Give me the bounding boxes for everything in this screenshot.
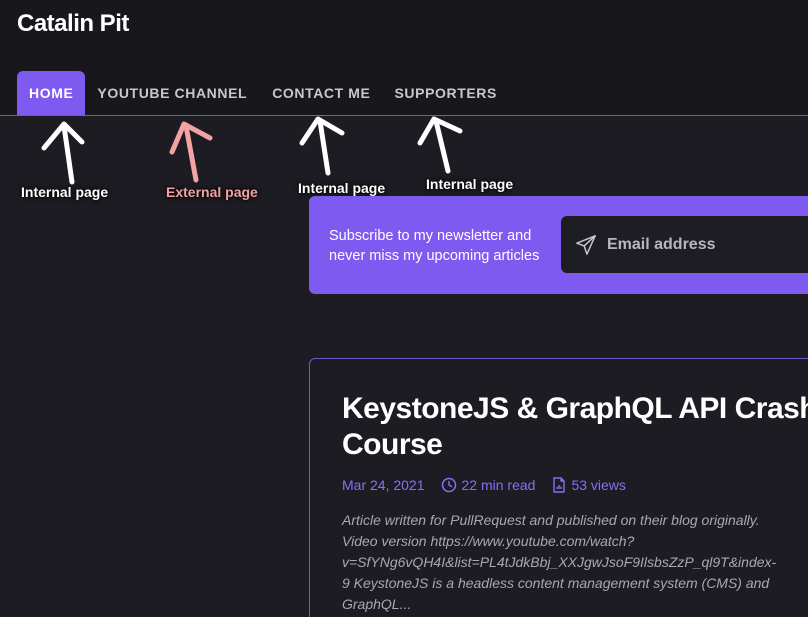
excerpt-line: v=SfYNg6vQH4I&list=PL4tJdkBbj_XXJgwJsoF9… [342,554,777,570]
arrow-up-icon [417,116,463,174]
email-field-container[interactable] [561,216,808,273]
excerpt-line: GraphQL... [342,596,412,612]
nav-contact-me[interactable]: CONTACT ME [272,71,370,115]
article-meta: Mar 24, 2021 22 min read 53 views [342,477,626,493]
nav-home[interactable]: HOME [17,71,86,115]
main-nav: HOME YOUTUBE CHANNEL CONTACT ME SUPPORTE… [17,71,497,115]
clock-icon [441,477,456,493]
article-views: 53 views [552,477,626,493]
excerpt-line: Article written for PullRequest and publ… [342,512,760,528]
arrow-up-icon [41,121,85,185]
annotation-youtube: External page [166,184,258,200]
nav-youtube-channel[interactable]: YOUTUBE CHANNEL [97,71,247,115]
site-header: Catalin Pit HOME YOUTUBE CHANNEL CONTACT… [0,0,808,116]
annotation-supporters: Internal page [426,176,514,192]
article-title-line-1[interactable]: KeystoneJS & GraphQL API Crash [342,391,808,427]
views-label: 53 views [571,477,626,493]
document-chart-icon [553,477,566,493]
article-read-time: 22 min read [441,477,536,493]
send-icon [576,235,596,255]
email-input[interactable] [607,234,808,256]
site-title[interactable]: Catalin Pit [17,10,129,38]
article-date: Mar 24, 2021 [342,477,425,493]
article-title-line-2[interactable]: Course [342,427,808,463]
read-time-label: 22 min read [461,477,536,493]
arrow-up-icon [169,121,213,183]
annotation-home: Internal page [21,184,109,200]
newsletter-text: Subscribe to my newsletter and never mis… [329,228,540,264]
article-title[interactable]: KeystoneJS & GraphQL API Crash Course [342,391,808,463]
excerpt-line: 9 KeystoneJS is a headless content manag… [342,575,770,591]
newsletter-banner: Subscribe to my newsletter and never mis… [309,196,808,294]
article-excerpt: Article written for PullRequest and publ… [342,510,808,615]
excerpt-line: Video version https://www.youtube.com/wa… [342,533,635,549]
article-card[interactable]: KeystoneJS & GraphQL API Crash Course Ma… [309,358,808,617]
annotation-contact: Internal page [298,180,386,196]
arrow-up-icon [299,116,345,176]
nav-supporters[interactable]: SUPPORTERS [394,71,496,115]
